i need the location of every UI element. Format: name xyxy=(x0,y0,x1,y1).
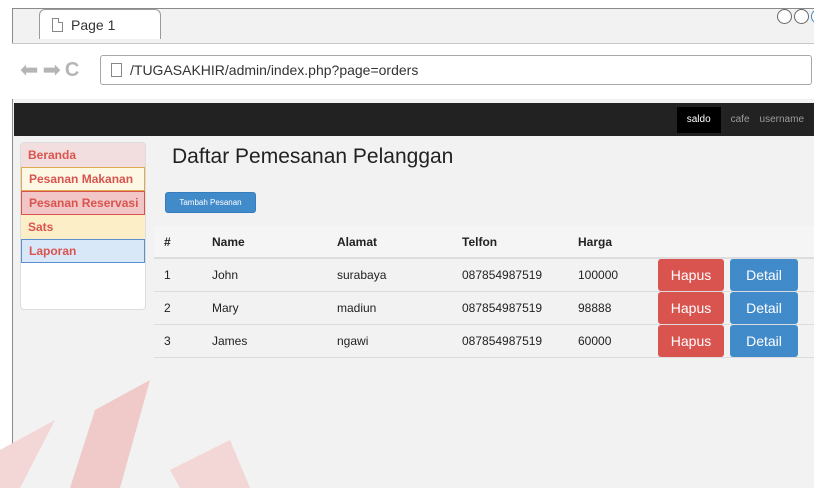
sidebar-item-pesanan-makanan[interactable]: Pesanan Makanan xyxy=(21,167,145,191)
nav-saldo[interactable]: saldo xyxy=(676,106,721,133)
tab-title: Page 1 xyxy=(71,16,116,33)
column-header: Alamat xyxy=(327,226,452,259)
cell-harga: 100000 xyxy=(568,257,658,292)
cell-harga: 98888 xyxy=(568,291,658,325)
nav-username[interactable]: username xyxy=(760,114,804,125)
navbar-right: saldo cafe username xyxy=(676,103,814,136)
watermark-shape xyxy=(170,440,250,488)
column-header-actions xyxy=(658,226,814,259)
column-header: # xyxy=(154,226,202,259)
sidebar-item-beranda[interactable]: Beranda xyxy=(21,143,145,167)
window-circle-icon[interactable] xyxy=(777,9,792,24)
cell-actions: Hapus Detail xyxy=(658,257,814,292)
url-text: /TUGASAKHIR/admin/index.php?page=orders xyxy=(130,62,419,78)
sidebar-item-laporan[interactable]: Laporan xyxy=(21,239,145,263)
column-header: Harga xyxy=(568,226,658,259)
watermark-shape xyxy=(70,380,150,488)
cell-name: James xyxy=(202,324,327,358)
table-row: 3 James ngawi 087854987519 60000 Hapus De… xyxy=(154,324,814,358)
top-navbar: saldo cafe username xyxy=(14,103,814,136)
browser-toolbar: ⬅ ➡ C /TUGASAKHIR/admin/index.php?page=o… xyxy=(12,43,814,99)
nav-icons: ⬅ ➡ C xyxy=(20,59,79,82)
page-icon xyxy=(111,63,122,77)
sidebar-item-sats[interactable]: Sats xyxy=(21,215,145,239)
add-order-button[interactable]: Tambah Pesanan xyxy=(165,192,256,213)
detail-button[interactable]: Detail xyxy=(730,292,798,324)
page-icon xyxy=(52,17,63,32)
hapus-button[interactable]: Hapus xyxy=(658,292,724,324)
hapus-button[interactable]: Hapus xyxy=(658,325,724,357)
column-header: Name xyxy=(202,226,327,259)
table-row: 1 John surabaya 087854987519 100000 Hapu… xyxy=(154,257,814,292)
cell-actions: Hapus Detail xyxy=(658,324,814,358)
table-header-row: # Name Alamat Telfon Harga xyxy=(154,226,814,259)
detail-button[interactable]: Detail xyxy=(730,259,798,291)
table-row: 2 Mary madiun 087854987519 98888 Hapus De… xyxy=(154,291,814,325)
sidebar: Beranda Pesanan Makanan Pesanan Reservas… xyxy=(20,142,146,310)
window-controls xyxy=(777,9,814,24)
browser-tab[interactable]: Page 1 xyxy=(39,9,161,39)
cell-telfon: 087854987519 xyxy=(452,291,568,325)
sidebar-item-pesanan-reservasi[interactable]: Pesanan Reservasi xyxy=(21,191,145,215)
nav-cafe[interactable]: cafe xyxy=(731,114,750,125)
back-arrow-icon[interactable]: ⬅ xyxy=(20,59,38,81)
cell-num: 3 xyxy=(154,324,202,358)
cell-alamat: madiun xyxy=(327,291,452,325)
cell-name: Mary xyxy=(202,291,327,325)
reload-icon[interactable]: C xyxy=(65,59,79,81)
orders-table: # Name Alamat Telfon Harga 1 John suraba… xyxy=(154,226,814,358)
cell-num: 1 xyxy=(154,257,202,292)
cell-alamat: ngawi xyxy=(327,324,452,358)
cell-telfon: 087854987519 xyxy=(452,324,568,358)
cell-num: 2 xyxy=(154,291,202,325)
watermark-logo xyxy=(0,380,250,488)
watermark-shape xyxy=(0,420,55,488)
cell-telfon: 087854987519 xyxy=(452,257,568,292)
column-header: Telfon xyxy=(452,226,568,259)
address-bar[interactable]: /TUGASAKHIR/admin/index.php?page=orders xyxy=(100,55,812,85)
cell-name: John xyxy=(202,257,327,292)
cell-actions: Hapus Detail xyxy=(658,291,814,325)
cell-harga: 60000 xyxy=(568,324,658,358)
cell-alamat: surabaya xyxy=(327,257,452,292)
window-circle-icon[interactable] xyxy=(794,9,809,24)
forward-arrow-icon[interactable]: ➡ xyxy=(42,59,60,81)
app-root: Page 1 ⬅ ➡ C /TUGASAKHIR/admin/index.php… xyxy=(0,0,814,488)
hapus-button[interactable]: Hapus xyxy=(658,259,724,291)
page-title: Daftar Pemesanan Pelanggan xyxy=(172,145,454,168)
detail-button[interactable]: Detail xyxy=(730,325,798,357)
